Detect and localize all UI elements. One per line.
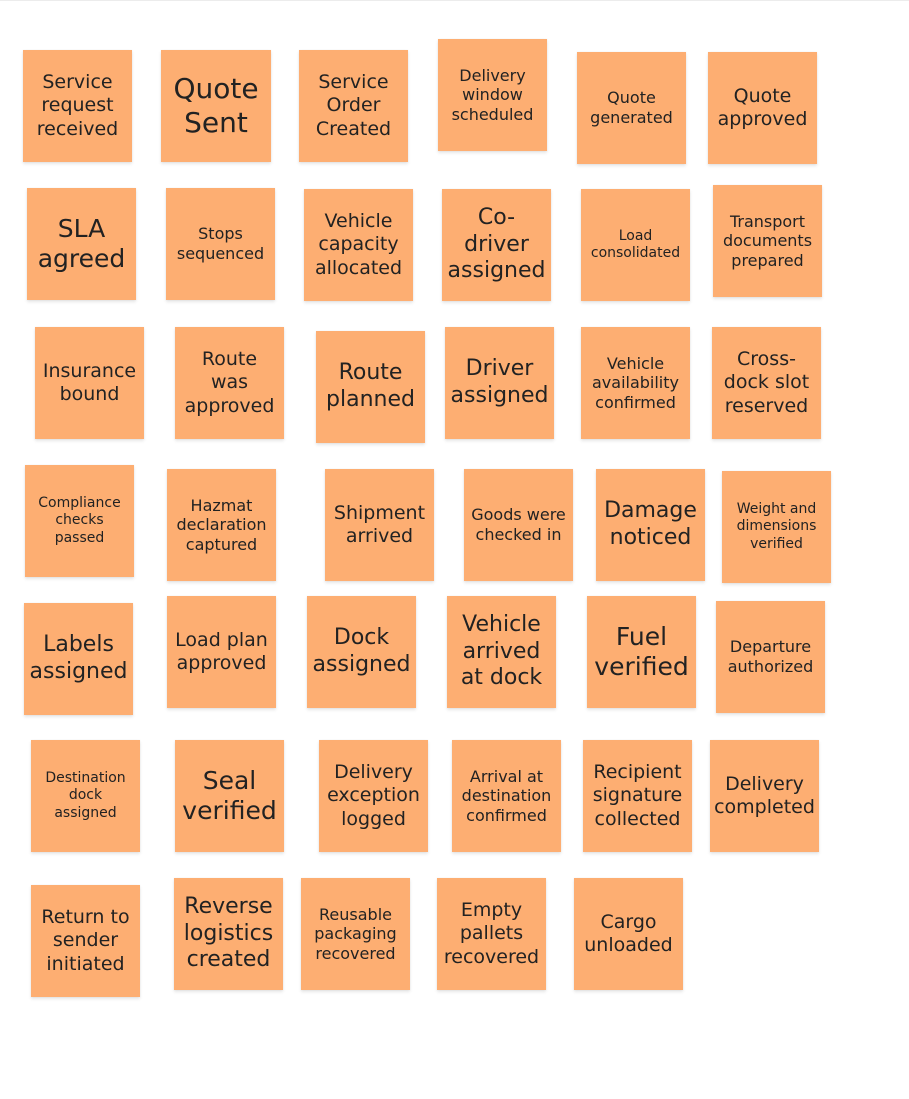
sticky-note[interactable]: Cargo unloaded bbox=[574, 878, 683, 990]
sticky-note[interactable]: Service request received bbox=[23, 50, 132, 162]
note-text: Route planned bbox=[326, 360, 415, 412]
sticky-note[interactable]: Vehicle availability confirmed bbox=[581, 327, 690, 439]
sticky-note[interactable]: Shipment arrived bbox=[325, 469, 434, 581]
note-text: Dock assigned bbox=[312, 625, 411, 677]
sticky-note[interactable]: Cross-dock slot reserved bbox=[712, 327, 821, 439]
sticky-note[interactable]: Quote generated bbox=[577, 52, 686, 164]
note-text: Transport documents prepared bbox=[722, 211, 813, 270]
note-text: Fuel verified bbox=[594, 621, 689, 682]
note-text: Route was approved bbox=[184, 348, 275, 417]
note-text: Delivery completed bbox=[714, 772, 815, 818]
note-text: Shipment arrived bbox=[333, 501, 426, 547]
note-text: Goods were checked in bbox=[471, 505, 566, 544]
sticky-note[interactable]: Quote Sent bbox=[161, 50, 271, 162]
note-text: Cross-dock slot reserved bbox=[723, 348, 810, 417]
note-text: Destination dock assigned bbox=[45, 770, 126, 821]
note-text: Empty pallets recovered bbox=[443, 899, 540, 968]
note-text: Damage noticed bbox=[604, 498, 697, 550]
sticky-note[interactable]: Fuel verified bbox=[587, 596, 696, 708]
sticky-note[interactable]: Driver assigned bbox=[445, 327, 554, 439]
sticky-note[interactable]: Co-driver assigned bbox=[442, 189, 551, 301]
note-text: Co-driver assigned bbox=[447, 204, 546, 284]
sticky-note[interactable]: Compliance checks passed bbox=[25, 465, 134, 577]
sticky-note[interactable]: Departure authorized bbox=[716, 601, 825, 713]
note-text: Vehicle arrived at dock bbox=[460, 611, 543, 691]
note-text: Reusable packaging recovered bbox=[314, 904, 397, 963]
sticky-note[interactable]: Route was approved bbox=[175, 327, 284, 439]
note-text: Departure authorized bbox=[727, 637, 814, 676]
sticky-note[interactable]: Delivery window scheduled bbox=[438, 39, 547, 151]
note-text: Stops sequenced bbox=[176, 224, 265, 263]
sticky-note[interactable]: Hazmat declaration captured bbox=[167, 469, 276, 581]
note-text: Vehicle availability confirmed bbox=[591, 353, 679, 412]
sticky-note[interactable]: Vehicle capacity allocated bbox=[304, 189, 413, 301]
note-text: Delivery window scheduled bbox=[451, 65, 534, 124]
note-text: Labels assigned bbox=[29, 632, 128, 684]
sticky-note[interactable]: Recipient signature collected bbox=[583, 740, 692, 852]
sticky-note[interactable]: Empty pallets recovered bbox=[437, 878, 546, 990]
note-text: Reverse logistics created bbox=[183, 893, 274, 973]
sticky-note[interactable]: Weight and dimensions verified bbox=[722, 471, 831, 583]
sticky-note[interactable]: Route planned bbox=[316, 331, 425, 443]
note-text: Return to sender initiated bbox=[41, 906, 130, 975]
sticky-note[interactable]: SLA agreed bbox=[27, 188, 136, 300]
note-text: Vehicle capacity allocated bbox=[314, 210, 403, 279]
note-text: Recipient signature collected bbox=[592, 761, 683, 830]
note-text: Quote generated bbox=[590, 88, 673, 127]
sticky-note[interactable]: Load consolidated bbox=[581, 189, 690, 301]
note-text: Quote approved bbox=[717, 84, 808, 130]
note-text: Arrival at destination confirmed bbox=[461, 766, 552, 825]
sticky-note[interactable]: Dock assigned bbox=[307, 596, 416, 708]
note-text: Compliance checks passed bbox=[38, 495, 121, 546]
note-text: Delivery exception logged bbox=[327, 761, 420, 830]
note-text: Cargo unloaded bbox=[584, 910, 673, 956]
sticky-note[interactable]: Seal verified bbox=[175, 740, 284, 852]
sticky-note[interactable]: Damage noticed bbox=[596, 469, 705, 581]
sticky-note[interactable]: Destination dock assigned bbox=[31, 740, 140, 852]
sticky-note-board: Service request received Quote Sent Serv… bbox=[0, 0, 909, 1099]
note-text: Load consolidated bbox=[590, 227, 681, 261]
note-text: Weight and dimensions verified bbox=[736, 501, 817, 552]
note-text: Seal verified bbox=[182, 765, 277, 826]
sticky-note[interactable]: Return to sender initiated bbox=[31, 885, 140, 997]
sticky-note[interactable]: Quote approved bbox=[708, 52, 817, 164]
sticky-note[interactable]: Goods were checked in bbox=[464, 469, 573, 581]
sticky-note[interactable]: Labels assigned bbox=[24, 603, 133, 715]
note-text: Service Order Created bbox=[315, 71, 392, 140]
note-text: Service request received bbox=[36, 71, 119, 140]
sticky-note[interactable]: Arrival at destination confirmed bbox=[452, 740, 561, 852]
sticky-note[interactable]: Reverse logistics created bbox=[174, 878, 283, 990]
sticky-note[interactable]: Load plan approved bbox=[167, 596, 276, 708]
sticky-note[interactable]: Stops sequenced bbox=[166, 188, 275, 300]
note-text: Driver assigned bbox=[450, 356, 549, 408]
sticky-note[interactable]: Delivery exception logged bbox=[319, 740, 428, 852]
sticky-note[interactable]: Transport documents prepared bbox=[713, 185, 822, 297]
sticky-note[interactable]: Vehicle arrived at dock bbox=[447, 596, 556, 708]
note-text: Load plan approved bbox=[175, 628, 268, 674]
sticky-note[interactable]: Reusable packaging recovered bbox=[301, 878, 410, 990]
note-text: Insurance bound bbox=[42, 359, 137, 405]
note-text: SLA agreed bbox=[37, 213, 126, 274]
sticky-note[interactable]: Service Order Created bbox=[299, 50, 408, 162]
sticky-note[interactable]: Insurance bound bbox=[35, 327, 144, 439]
note-text: Hazmat declaration captured bbox=[176, 495, 267, 554]
sticky-note[interactable]: Delivery completed bbox=[710, 740, 819, 852]
note-text: Quote Sent bbox=[173, 71, 259, 139]
